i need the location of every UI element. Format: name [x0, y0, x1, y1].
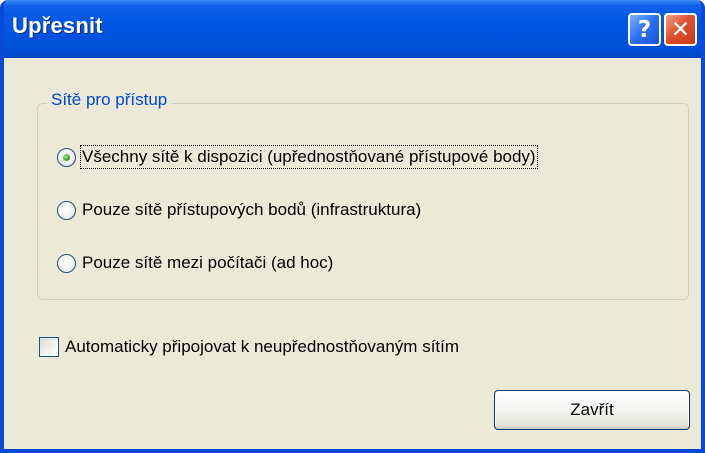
close-icon: ✕ — [670, 16, 691, 43]
radio-all-networks[interactable]: Všechny sítě k dispozici (upřednostňovan… — [57, 145, 538, 169]
help-icon: ? — [637, 16, 652, 43]
radio-button-selected[interactable] — [57, 147, 76, 167]
close-button[interactable]: Zavřít — [494, 390, 690, 430]
radio-adhoc-only-label[interactable]: Pouze sítě mezi počítači (ad hoc) — [82, 253, 333, 273]
help-button[interactable]: ? — [628, 13, 661, 46]
radio-button[interactable] — [57, 200, 76, 220]
auto-connect-label[interactable]: Automaticky připojovat k neupřednostňova… — [65, 337, 459, 357]
radio-selected-dot — [63, 153, 70, 161]
radio-all-networks-label[interactable]: Všechny sítě k dispozici (upřednostňovan… — [80, 145, 538, 169]
window-title: Upřesnit — [12, 13, 103, 38]
auto-connect-checkbox[interactable] — [39, 337, 59, 357]
radio-button[interactable] — [57, 253, 76, 273]
radio-access-points-only-label[interactable]: Pouze sítě přístupových bodů (infrastruk… — [82, 200, 421, 220]
dialog-window: Upřesnit ? ✕ Sítě pro přístup Všechny sí… — [0, 0, 705, 453]
close-window-button[interactable]: ✕ — [664, 13, 697, 46]
radio-access-points-only[interactable]: Pouze sítě přístupových bodů (infrastruk… — [57, 200, 421, 220]
close-button-label: Zavřít — [570, 400, 614, 419]
auto-connect-option[interactable]: Automaticky připojovat k neupřednostňova… — [39, 337, 459, 357]
radio-adhoc-only[interactable]: Pouze sítě mezi počítači (ad hoc) — [57, 253, 333, 273]
title-bar[interactable]: Upřesnit ? ✕ — [4, 0, 701, 58]
groupbox-label: Sítě pro přístup — [47, 90, 172, 110]
